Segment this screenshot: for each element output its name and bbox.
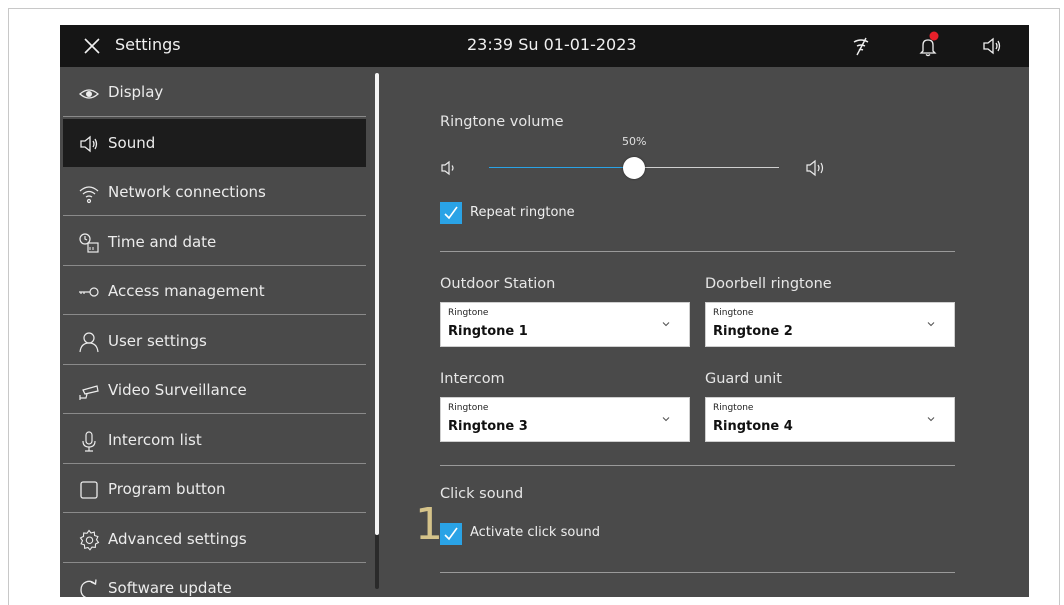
wifi-icon <box>79 186 99 204</box>
eye-icon <box>79 89 99 99</box>
sidebar-scrollbar-thumb[interactable] <box>375 73 379 535</box>
microphone-icon <box>82 431 96 452</box>
sidebar-item-sound[interactable]: Sound <box>63 119 366 167</box>
outdoor-station-label: Outdoor Station <box>440 276 556 292</box>
outdoor-station-dropdown[interactable]: Ringtone Ringtone 1 <box>440 302 690 347</box>
chevron-down-icon <box>927 417 935 422</box>
sidebar-item-label: Advanced settings <box>108 530 247 548</box>
dropdown-value: Ringtone 1 <box>448 324 528 339</box>
gear-icon <box>79 529 100 551</box>
dropdown-caption: Ringtone <box>448 403 489 413</box>
volume-slider-filled-track[interactable] <box>489 167 634 168</box>
notification-dot-icon <box>929 31 939 41</box>
activate-click-sound-label: Activate click sound <box>470 525 601 540</box>
speaker-icon[interactable] <box>981 35 1003 57</box>
doorbell-ringtone-label: Doorbell ringtone <box>705 276 832 292</box>
speaker-icon <box>80 135 98 153</box>
page-title: Settings <box>115 35 181 54</box>
volume-slider-thumb[interactable] <box>623 157 645 179</box>
guard-unit-dropdown[interactable]: Ringtone Ringtone 4 <box>705 397 955 442</box>
refresh-icon <box>80 579 97 597</box>
checkmark-icon <box>444 527 458 541</box>
sidebar-item-display[interactable]: Display <box>63 69 366 117</box>
dropdown-value: Ringtone 3 <box>448 419 528 434</box>
ringtone-volume-label: Ringtone volume <box>440 114 564 130</box>
intercom-label: Intercom <box>440 371 505 387</box>
sidebar-item-label: Sound <box>108 134 156 152</box>
sidebar-item-intercom-list[interactable]: Intercom list <box>63 416 366 464</box>
settings-sidebar: Display Sound Network connections Time a… <box>60 67 374 597</box>
clock-calendar-icon <box>79 233 99 253</box>
sidebar-item-label: Display <box>108 83 164 101</box>
sidebar-item-access-management[interactable]: Access management <box>63 267 366 315</box>
volume-percent-label: 50% <box>622 135 647 148</box>
sidebar-item-program-button[interactable]: Program button <box>63 465 366 513</box>
dropdown-caption: Ringtone <box>448 308 489 318</box>
dropdown-caption: Ringtone <box>713 403 754 413</box>
sidebar-item-network-connections[interactable]: Network connections <box>63 168 366 216</box>
volume-high-icon[interactable] <box>805 158 827 178</box>
sidebar-item-label: Program button <box>108 480 226 498</box>
sidebar-item-label: Access management <box>108 282 265 300</box>
sidebar-item-software-update[interactable]: Software update <box>63 564 366 597</box>
volume-low-icon[interactable] <box>440 159 458 177</box>
sidebar-item-label: Time and date <box>108 233 217 251</box>
key-icon <box>79 287 99 297</box>
sidebar-item-label: Intercom list <box>108 431 202 449</box>
dropdown-caption: Ringtone <box>713 308 754 318</box>
activate-click-sound-checkbox[interactable] <box>440 523 462 545</box>
device-screen: Settings 23:39 Su 01-01-2023 Display Sou… <box>60 25 1029 597</box>
chevron-down-icon <box>662 322 670 327</box>
sidebar-item-label: Network connections <box>108 183 266 201</box>
sidebar-item-user-settings[interactable]: User settings <box>63 317 366 365</box>
intercom-dropdown[interactable]: Ringtone Ringtone 3 <box>440 397 690 442</box>
doorbell-ringtone-dropdown[interactable]: Ringtone Ringtone 2 <box>705 302 955 347</box>
top-bar: Settings 23:39 Su 01-01-2023 <box>60 25 1029 67</box>
sidebar-item-time-and-date[interactable]: Time and date <box>63 218 366 266</box>
user-icon <box>79 332 99 353</box>
section-divider <box>440 572 955 573</box>
volume-slider-track[interactable] <box>634 167 779 168</box>
sidebar-item-video-surveillance[interactable]: Video Surveillance <box>63 366 366 414</box>
square-icon <box>80 481 98 499</box>
dropdown-value: Ringtone 2 <box>713 324 793 339</box>
guard-unit-label: Guard unit <box>705 371 782 387</box>
close-icon[interactable] <box>82 36 102 56</box>
sidebar-item-label: Video Surveillance <box>108 381 247 399</box>
section-divider <box>440 465 955 466</box>
camera-icon <box>79 385 99 400</box>
dropdown-value: Ringtone 4 <box>713 419 793 434</box>
repeat-ringtone-label: Repeat ringtone <box>470 205 575 220</box>
signal-off-icon[interactable] <box>850 35 872 57</box>
chevron-down-icon <box>662 417 670 422</box>
checkmark-icon <box>444 206 458 220</box>
sidebar-item-label: Software update <box>108 579 232 597</box>
chevron-down-icon <box>927 322 935 327</box>
click-sound-label: Click sound <box>440 486 524 502</box>
clock-display: 23:39 Su 01-01-2023 <box>467 35 637 54</box>
repeat-ringtone-checkbox[interactable] <box>440 202 462 224</box>
annotation-marker: 1 <box>415 499 443 550</box>
sidebar-item-advanced-settings[interactable]: Advanced settings <box>63 515 366 563</box>
section-divider <box>440 251 955 252</box>
sidebar-item-label: User settings <box>108 332 207 350</box>
